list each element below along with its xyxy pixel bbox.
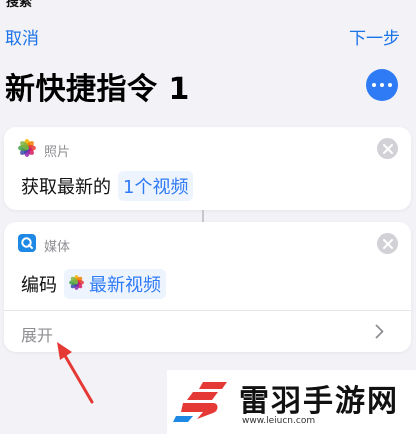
cancel-button[interactable]: 取消: [5, 24, 39, 49]
action-summary: 获取最新的 1个视频: [21, 171, 194, 201]
close-icon: [382, 238, 393, 249]
action-card-get-latest-photos[interactable]: 照片 获取最新的 1个视频: [4, 127, 411, 210]
action-header: 媒体: [18, 234, 70, 256]
chevron-right-icon: [375, 324, 384, 339]
action-header: 照片: [18, 139, 70, 161]
action-app-name: 媒体: [44, 239, 71, 255]
watermark-url: www.leiucn.com: [242, 416, 316, 426]
remove-action-button[interactable]: [377, 233, 398, 254]
latest-video-token-label: 最新视频: [89, 275, 161, 296]
status-bar-label: 搜索: [6, 0, 33, 10]
action-verb: 获取最新的: [21, 177, 111, 198]
more-dot-icon: [380, 83, 384, 87]
more-options-button[interactable]: [366, 69, 398, 101]
expand-label: 展开: [21, 326, 54, 345]
next-step-button[interactable]: 下一步: [349, 24, 400, 49]
close-icon: [382, 143, 393, 154]
photos-icon: [69, 274, 84, 295]
action-card-encode-media[interactable]: 媒体 编码 最新视频 展开: [4, 222, 411, 352]
more-dot-icon: [372, 83, 376, 87]
media-icon: [18, 234, 36, 256]
page-title: 新快捷指令 1: [5, 72, 190, 107]
photos-icon: [18, 139, 36, 161]
watermark-logo-icon: [173, 382, 227, 422]
action-app-name: 照片: [44, 144, 71, 160]
action-summary: 编码 最新视频: [21, 269, 166, 299]
watermark-brand: 雷羽手游网: [239, 384, 399, 419]
watermark: 雷羽手游网 www.leiucn.com: [167, 370, 416, 434]
video-count-token[interactable]: 1个视频: [118, 171, 194, 201]
latest-video-token[interactable]: 最新视频: [64, 269, 166, 299]
action-connector: [202, 210, 204, 222]
more-dot-icon: [388, 83, 392, 87]
annotation-arrow-icon: [57, 342, 94, 404]
action-verb: 编码: [21, 275, 57, 296]
remove-action-button[interactable]: [377, 138, 398, 159]
